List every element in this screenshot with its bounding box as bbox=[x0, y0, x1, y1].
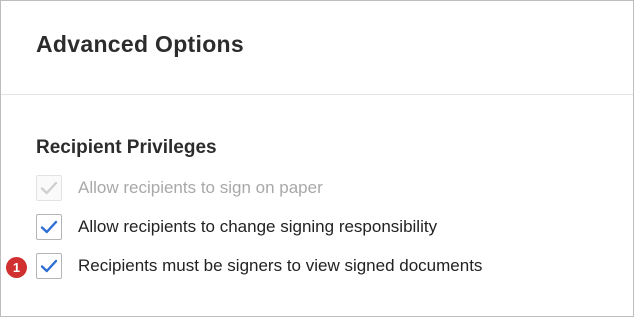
checkmark-icon bbox=[40, 259, 58, 273]
panel-header: Advanced Options bbox=[1, 1, 633, 95]
option-change-signing-responsibility[interactable]: Allow recipients to change signing respo… bbox=[36, 214, 437, 240]
option-sign-on-paper: Allow recipients to sign on paper bbox=[36, 175, 323, 201]
option-label[interactable]: Recipients must be signers to view signe… bbox=[78, 256, 482, 276]
option-label: Allow recipients to sign on paper bbox=[78, 178, 323, 197]
change-signing-responsibility-checkbox[interactable] bbox=[36, 214, 62, 240]
option-label[interactable]: Allow recipients to change signing respo… bbox=[78, 217, 437, 237]
checkmark-icon bbox=[40, 181, 58, 195]
callout-number-badge: 1 bbox=[6, 257, 27, 278]
section-title: Recipient Privileges bbox=[36, 137, 217, 158]
page-title: Advanced Options bbox=[36, 31, 244, 57]
option-signers-view-signed-docs[interactable]: Recipients must be signers to view signe… bbox=[36, 253, 482, 279]
signers-view-signed-docs-checkbox[interactable] bbox=[36, 253, 62, 279]
checkmark-icon bbox=[40, 220, 58, 234]
advanced-options-panel: Advanced Options Recipient Privileges Al… bbox=[0, 0, 634, 317]
sign-on-paper-checkbox bbox=[36, 175, 62, 201]
